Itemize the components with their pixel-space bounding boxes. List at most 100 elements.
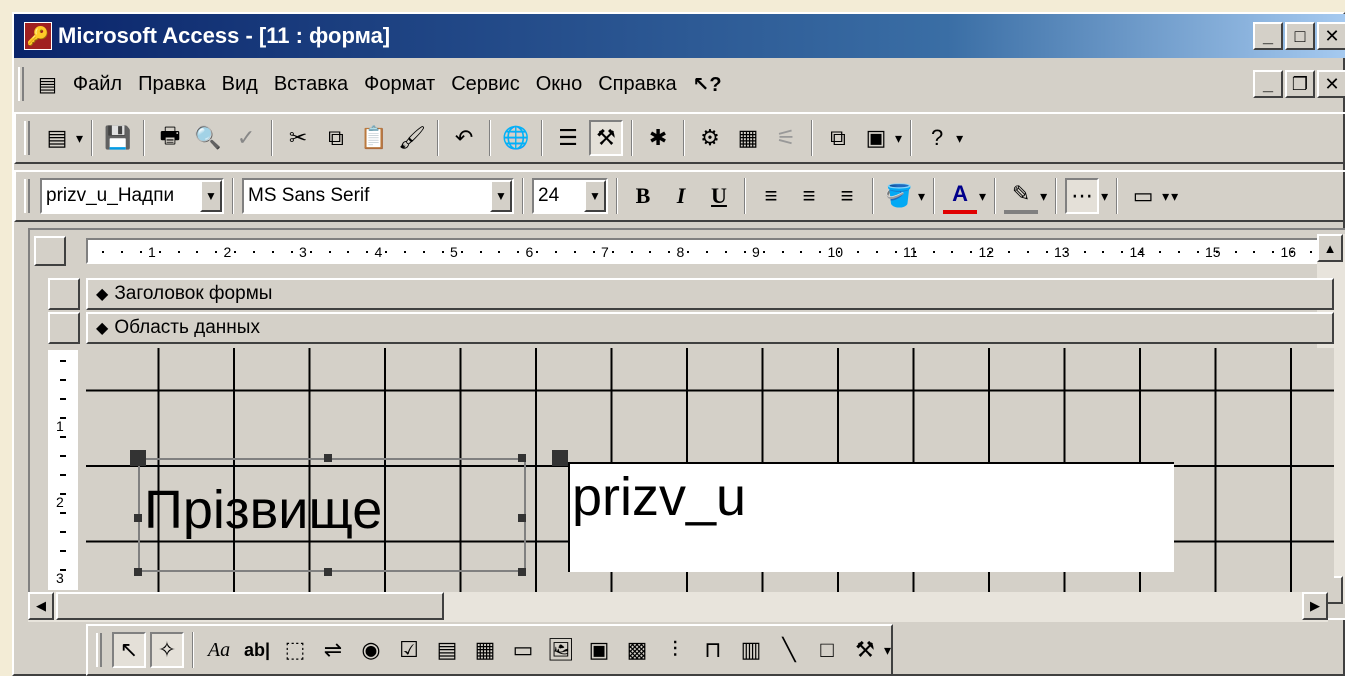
undo-icon[interactable]: ↶ xyxy=(447,120,481,156)
bound-object-frame-icon[interactable]: ▩ xyxy=(620,632,654,668)
font-size-dropdown-icon[interactable]: ▼ xyxy=(584,180,606,212)
image-icon[interactable]: 🖼 xyxy=(544,632,578,668)
formatting-options-icon[interactable]: ▾ xyxy=(1171,188,1178,205)
resize-handle[interactable] xyxy=(518,514,526,522)
bold-button[interactable]: B xyxy=(626,178,660,214)
line-icon[interactable]: ╲ xyxy=(772,632,806,668)
form-selector[interactable] xyxy=(34,236,66,266)
toolbox-grip[interactable] xyxy=(96,633,102,667)
vertical-ruler[interactable]: 1 2 3 xyxy=(48,350,78,590)
rectangle-icon[interactable]: □ xyxy=(810,632,844,668)
font-color-icon[interactable]: A xyxy=(943,178,978,214)
view-dropdown-icon[interactable]: ▾ xyxy=(76,130,83,147)
menu-edit[interactable]: Правка xyxy=(130,73,214,96)
scroll-left-icon[interactable]: ◀ xyxy=(28,592,54,620)
align-left-icon[interactable]: ≡ xyxy=(754,178,788,214)
font-size-select[interactable]: 24 ▼ xyxy=(532,178,608,214)
menu-file[interactable]: Файл xyxy=(65,73,130,96)
insert-hyperlink-icon[interactable]: 🌐 xyxy=(499,120,533,156)
border-style-dropdown-icon[interactable]: ▾ xyxy=(1162,188,1169,205)
code-icon[interactable]: ⚙ xyxy=(693,120,727,156)
copy-icon[interactable]: ⧉ xyxy=(319,120,353,156)
check-box-icon[interactable]: ☑ xyxy=(392,632,426,668)
fill-color-icon[interactable]: 🪣 xyxy=(882,178,916,214)
spelling-icon[interactable]: ✓ xyxy=(229,120,263,156)
resize-handle[interactable] xyxy=(324,568,332,576)
help-icon[interactable]: ? xyxy=(920,120,954,156)
toolbox-options-icon[interactable]: ▾ xyxy=(884,642,891,659)
object-select[interactable]: prizv_u_Надпи ▼ xyxy=(40,178,224,214)
print-preview-icon[interactable]: 🔍 xyxy=(191,120,225,156)
detail-section-bar[interactable]: ◆ Область данных xyxy=(86,312,1334,344)
mdi-minimize-button[interactable]: _ xyxy=(1253,70,1283,98)
resize-handle[interactable] xyxy=(134,568,142,576)
format-painter-icon[interactable]: 🖌 xyxy=(395,120,429,156)
new-object-dropdown-icon[interactable]: ▾ xyxy=(895,130,902,147)
underline-button[interactable]: U xyxy=(702,178,736,214)
autoformat-icon[interactable]: ✱ xyxy=(641,120,675,156)
command-button-icon[interactable]: ▭ xyxy=(506,632,540,668)
menubar-grip[interactable] xyxy=(18,67,24,101)
menu-format[interactable]: Формат xyxy=(356,73,443,96)
minimize-button[interactable]: _ xyxy=(1253,22,1283,50)
scroll-up-icon[interactable]: ▲ xyxy=(1317,234,1343,262)
cut-icon[interactable]: ✂ xyxy=(281,120,315,156)
maximize-button[interactable]: □ xyxy=(1285,22,1315,50)
menu-view[interactable]: Вид xyxy=(214,73,266,96)
properties-icon[interactable]: ▦ xyxy=(731,120,765,156)
database-window-icon[interactable]: ⧉ xyxy=(821,120,855,156)
option-group-icon[interactable]: ⬚ xyxy=(278,632,312,668)
menu-help[interactable]: Справка xyxy=(590,73,684,96)
mdi-restore-button[interactable]: ❐ xyxy=(1285,70,1315,98)
detail-grid[interactable]: Прізвище prizv_u xyxy=(86,348,1334,600)
mdi-close-button[interactable]: ✕ xyxy=(1317,70,1345,98)
tab-control-icon[interactable]: ⊓ xyxy=(696,632,730,668)
form-icon[interactable]: ▤ xyxy=(30,72,65,97)
whats-this-help-icon[interactable]: ↖? xyxy=(685,72,730,97)
label-control[interactable]: Прізвище xyxy=(138,458,526,572)
textbox-tool[interactable]: ab| xyxy=(240,632,274,668)
line-width-dropdown-icon[interactable]: ▾ xyxy=(1101,188,1108,205)
build-icon[interactable]: ⚟ xyxy=(769,120,803,156)
select-objects-icon[interactable]: ↖ xyxy=(112,632,146,668)
more-controls-icon[interactable]: ⚒ xyxy=(848,632,882,668)
field-move-handle[interactable] xyxy=(552,450,568,466)
field-textbox[interactable]: prizv_u xyxy=(568,462,1174,572)
italic-button[interactable]: I xyxy=(664,178,698,214)
line-color-dropdown-icon[interactable]: ▾ xyxy=(1040,188,1047,205)
horizontal-scroll-thumb[interactable] xyxy=(56,592,444,620)
resize-handle[interactable] xyxy=(324,454,332,462)
horizontal-ruler[interactable]: 1 2 3 4 5 6 7 8 9 10 11 12 13 14 15 16 xyxy=(86,238,1334,264)
fill-color-dropdown-icon[interactable]: ▾ xyxy=(918,188,925,205)
form-header-bar[interactable]: ◆ Заголовок формы xyxy=(86,278,1334,310)
font-color-dropdown-icon[interactable]: ▾ xyxy=(979,188,986,205)
resize-handle[interactable] xyxy=(518,568,526,576)
detail-section-selector[interactable] xyxy=(48,312,80,344)
close-button[interactable]: ✕ xyxy=(1317,22,1345,50)
scroll-right-icon[interactable]: ▶ xyxy=(1302,592,1328,620)
toolbar-options-icon[interactable]: ▾ xyxy=(956,130,963,147)
move-handle[interactable] xyxy=(130,450,146,466)
border-style-icon[interactable]: ▭ xyxy=(1126,178,1160,214)
menu-tools[interactable]: Сервис xyxy=(443,73,528,96)
toolbar-grip-2[interactable] xyxy=(24,179,30,213)
save-icon[interactable]: 💾 xyxy=(101,120,135,156)
combo-box-icon[interactable]: ▤ xyxy=(430,632,464,668)
new-object-icon[interactable]: ▣ xyxy=(859,120,893,156)
toggle-button-icon[interactable]: ⇌ xyxy=(316,632,350,668)
align-center-icon[interactable]: ≡ xyxy=(792,178,826,214)
menu-insert[interactable]: Вставка xyxy=(266,73,356,96)
control-wizards-icon[interactable]: ✧ xyxy=(150,632,184,668)
toolbar-grip[interactable] xyxy=(24,121,30,155)
paste-icon[interactable]: 📋 xyxy=(357,120,391,156)
menu-window[interactable]: Окно xyxy=(528,73,590,96)
font-select[interactable]: MS Sans Serif ▼ xyxy=(242,178,514,214)
access-key-icon[interactable]: 🔑 xyxy=(24,22,52,50)
toolbox-icon[interactable]: ⚒ xyxy=(589,120,624,156)
line-color-icon[interactable]: ✎ xyxy=(1004,178,1039,214)
align-right-icon[interactable]: ≡ xyxy=(830,178,864,214)
page-break-icon[interactable]: ⫶ xyxy=(658,632,692,668)
object-dropdown-icon[interactable]: ▼ xyxy=(200,180,222,212)
header-section-selector[interactable] xyxy=(48,278,80,310)
resize-handle[interactable] xyxy=(518,454,526,462)
